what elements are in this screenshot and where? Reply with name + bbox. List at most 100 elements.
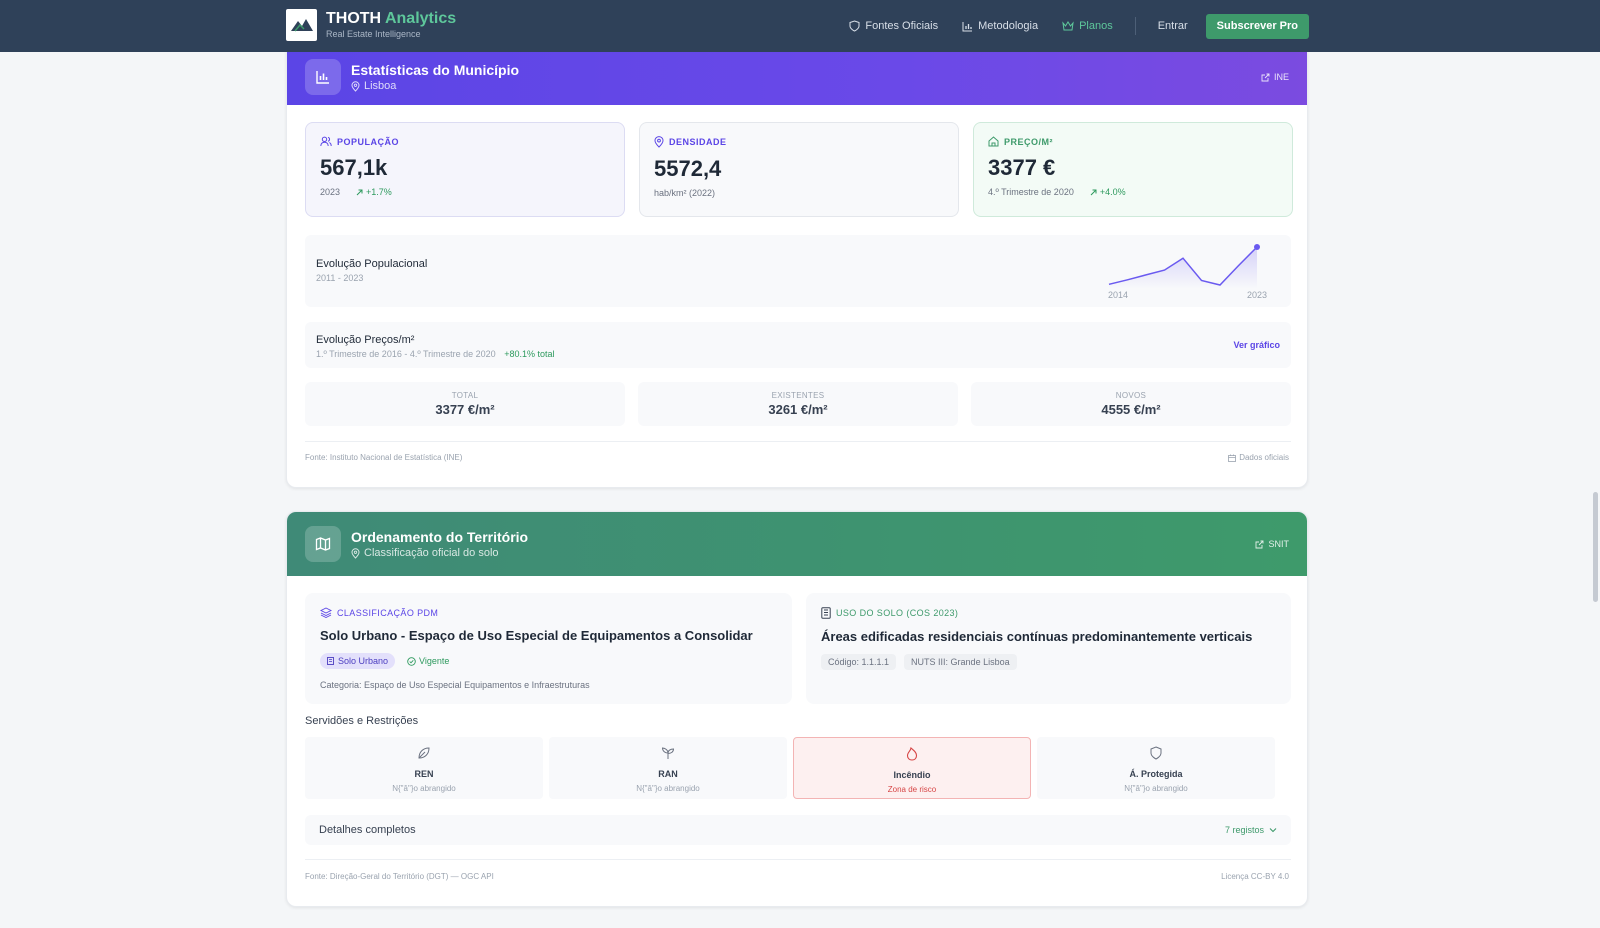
price-stat: PREÇO/M² 3377 € 4.º Trimestre de 2020 +4… bbox=[973, 122, 1293, 217]
map-pin-icon bbox=[351, 547, 360, 559]
full-details-toggle[interactable]: Detalhes completos 7 registos bbox=[305, 815, 1291, 845]
nav-metodologia[interactable]: Metodologia bbox=[962, 20, 1038, 32]
nuts-region: NUTS III: Grande Lisboa bbox=[904, 654, 1017, 670]
nav-fontes-oficiais[interactable]: Fontes Oficiais bbox=[849, 20, 938, 32]
population-evolution-title: Evolução Populacional bbox=[316, 258, 428, 270]
brand-title: THOTH Analytics bbox=[326, 10, 457, 27]
density-stat: DENSIDADE 5572,4 hab/km² (2022) bbox=[639, 122, 959, 217]
population-value: 567,1k bbox=[320, 155, 388, 180]
pdm-title: Solo Urbano - Espaço de Uso Especial de … bbox=[320, 628, 753, 643]
shield-icon bbox=[1150, 746, 1162, 760]
population-year: 2023 bbox=[320, 187, 341, 197]
stats-source: Fonte: Instituto Nacional de Estatística… bbox=[305, 453, 463, 462]
login-link[interactable]: Entrar bbox=[1158, 20, 1188, 32]
population-evolution-panel: Evolução Populacional 2011 - 2023 2014 2… bbox=[305, 235, 1291, 307]
external-link-icon bbox=[1261, 73, 1270, 81]
sparkline-axis-end: 2023 bbox=[1247, 290, 1268, 300]
map-pin-icon bbox=[351, 80, 360, 92]
pdm-category: Categoria: Espaço de Uso Especial Equipa… bbox=[320, 680, 590, 690]
arrow-up-right-icon bbox=[356, 189, 363, 195]
leaf-icon bbox=[418, 747, 430, 759]
stats-card-header: Estatísticas do Município Lisboa INE bbox=[287, 49, 1307, 105]
snit-external-link[interactable]: SNIT bbox=[1255, 539, 1289, 549]
page-scrollbar[interactable] bbox=[1590, 52, 1600, 928]
restriction-ran[interactable]: RAN N{"â"}o abrangido bbox=[549, 737, 787, 799]
territory-footer-divider bbox=[305, 859, 1291, 860]
land-use-box: USO DO SOLO (COS 2023) Áreas edificadas … bbox=[806, 593, 1291, 704]
sprout-icon bbox=[661, 747, 675, 759]
bar-chart-icon bbox=[305, 59, 341, 95]
municipality-stats-card: Estatísticas do Município Lisboa INE POP… bbox=[286, 48, 1308, 488]
restrictions-title: Servidões e Restrições bbox=[305, 715, 419, 727]
nav-planos[interactable]: Planos bbox=[1062, 20, 1113, 32]
layers-icon bbox=[320, 607, 332, 618]
price-evolution-panel: Evolução Preços/m² 1.º Trimestre de 2016… bbox=[305, 322, 1291, 368]
ine-external-link[interactable]: INE bbox=[1261, 72, 1289, 82]
building-icon bbox=[327, 657, 334, 665]
subscribe-pro-button[interactable]: Subscrever Pro bbox=[1205, 13, 1309, 39]
users-icon bbox=[320, 136, 332, 147]
shield-icon bbox=[849, 20, 860, 32]
price-evolution-range: 1.º Trimestre de 2016 - 4.º Trimestre de… bbox=[316, 349, 496, 359]
territory-license: Licença CC-BY 4.0 bbox=[1221, 872, 1289, 881]
home-icon bbox=[988, 136, 999, 147]
land-use-label: USO DO SOLO (COS 2023) bbox=[836, 608, 959, 618]
territory-card-title: Ordenamento do Território bbox=[351, 528, 529, 545]
details-title: Detalhes completos bbox=[319, 824, 416, 836]
sparkline-axis-start: 2014 bbox=[1108, 290, 1129, 300]
price-existing-box: EXISTENTES 3261 €/m² bbox=[638, 382, 958, 426]
stats-card-title: Estatísticas do Município bbox=[351, 61, 520, 78]
building-icon bbox=[821, 607, 831, 619]
brand-subtitle: Real Estate Intelligence bbox=[326, 29, 421, 39]
price-existing-label: EXISTENTES bbox=[771, 391, 825, 400]
price-total-box: TOTAL 3377 €/m² bbox=[305, 382, 625, 426]
sparkline-last-point bbox=[1254, 244, 1260, 250]
view-chart-link[interactable]: Ver gráfico bbox=[1233, 340, 1280, 350]
map-icon bbox=[305, 526, 341, 562]
sparkline-area bbox=[1109, 247, 1257, 289]
price-new-box: NOVOS 4555 €/m² bbox=[971, 382, 1291, 426]
territory-card-subtitle: Classificação oficial do solo bbox=[351, 546, 528, 561]
flame-icon bbox=[906, 746, 918, 761]
price-evolution-title: Evolução Preços/m² bbox=[316, 334, 415, 346]
pdm-classification-box: CLASSIFICAÇÃO PDM Solo Urbano - Espaço d… bbox=[305, 593, 792, 704]
price-new-value: 4555 €/m² bbox=[1101, 402, 1161, 417]
territory-source: Fonte: Direção-Geral do Território (DGT)… bbox=[305, 872, 494, 881]
price-total-label: TOTAL bbox=[451, 391, 479, 400]
population-trend: +1.7% bbox=[356, 187, 392, 197]
price-total-value: 3377 €/m² bbox=[435, 402, 495, 417]
population-sparkline bbox=[1108, 244, 1260, 289]
external-link-icon bbox=[1256, 540, 1264, 548]
price-label: PREÇO/M² bbox=[1004, 136, 1053, 147]
scrollbar-thumb[interactable] bbox=[1593, 492, 1598, 602]
territory-card: Ordenamento do Território Classificação … bbox=[286, 511, 1308, 907]
brand[interactable]: THOTH Analytics Real Estate Intelligence bbox=[286, 9, 456, 41]
price-existing-value: 3261 €/m² bbox=[768, 402, 828, 417]
population-label: POPULAÇÃO bbox=[337, 136, 400, 147]
stats-footer-divider bbox=[305, 441, 1291, 442]
price-value: 3377 € bbox=[988, 155, 1056, 180]
top-navbar: THOTH Analytics Real Estate Intelligence… bbox=[0, 0, 1600, 52]
nav-divider bbox=[1134, 17, 1136, 35]
land-use-title: Áreas edificadas residenciais contínuas … bbox=[821, 629, 1253, 644]
main-nav: Fontes Oficiais Metodologia Planos Entra… bbox=[825, 13, 1309, 39]
status-badge: Vigente bbox=[407, 656, 449, 666]
stats-official-badge: Dados oficiais bbox=[1228, 453, 1289, 462]
logo-icon bbox=[286, 9, 317, 41]
chevron-down-icon bbox=[1269, 828, 1277, 833]
check-circle-icon bbox=[407, 656, 416, 666]
population-evolution-range: 2011 - 2023 bbox=[316, 273, 364, 283]
arrow-up-right-icon bbox=[1090, 189, 1097, 195]
density-value: 5572,4 bbox=[654, 156, 722, 181]
calendar-icon bbox=[1228, 454, 1237, 462]
density-label: DENSIDADE bbox=[669, 137, 727, 147]
restriction-fire[interactable]: Incêndio Zona de risco bbox=[793, 737, 1031, 799]
restriction-protected-area[interactable]: Á. Protegida N{"â"}o abrangido bbox=[1037, 737, 1275, 799]
details-count: 7 registos bbox=[1224, 825, 1264, 835]
map-pin-icon bbox=[654, 136, 664, 148]
restriction-ren[interactable]: REN N{"â"}o abrangido bbox=[305, 737, 543, 799]
bar-chart-icon bbox=[962, 21, 973, 31]
price-period: 4.º Trimestre de 2020 bbox=[988, 187, 1074, 197]
population-stat: POPULAÇÃO 567,1k 2023 +1.7% bbox=[305, 122, 625, 217]
price-trend: +4.0% bbox=[1090, 187, 1126, 197]
